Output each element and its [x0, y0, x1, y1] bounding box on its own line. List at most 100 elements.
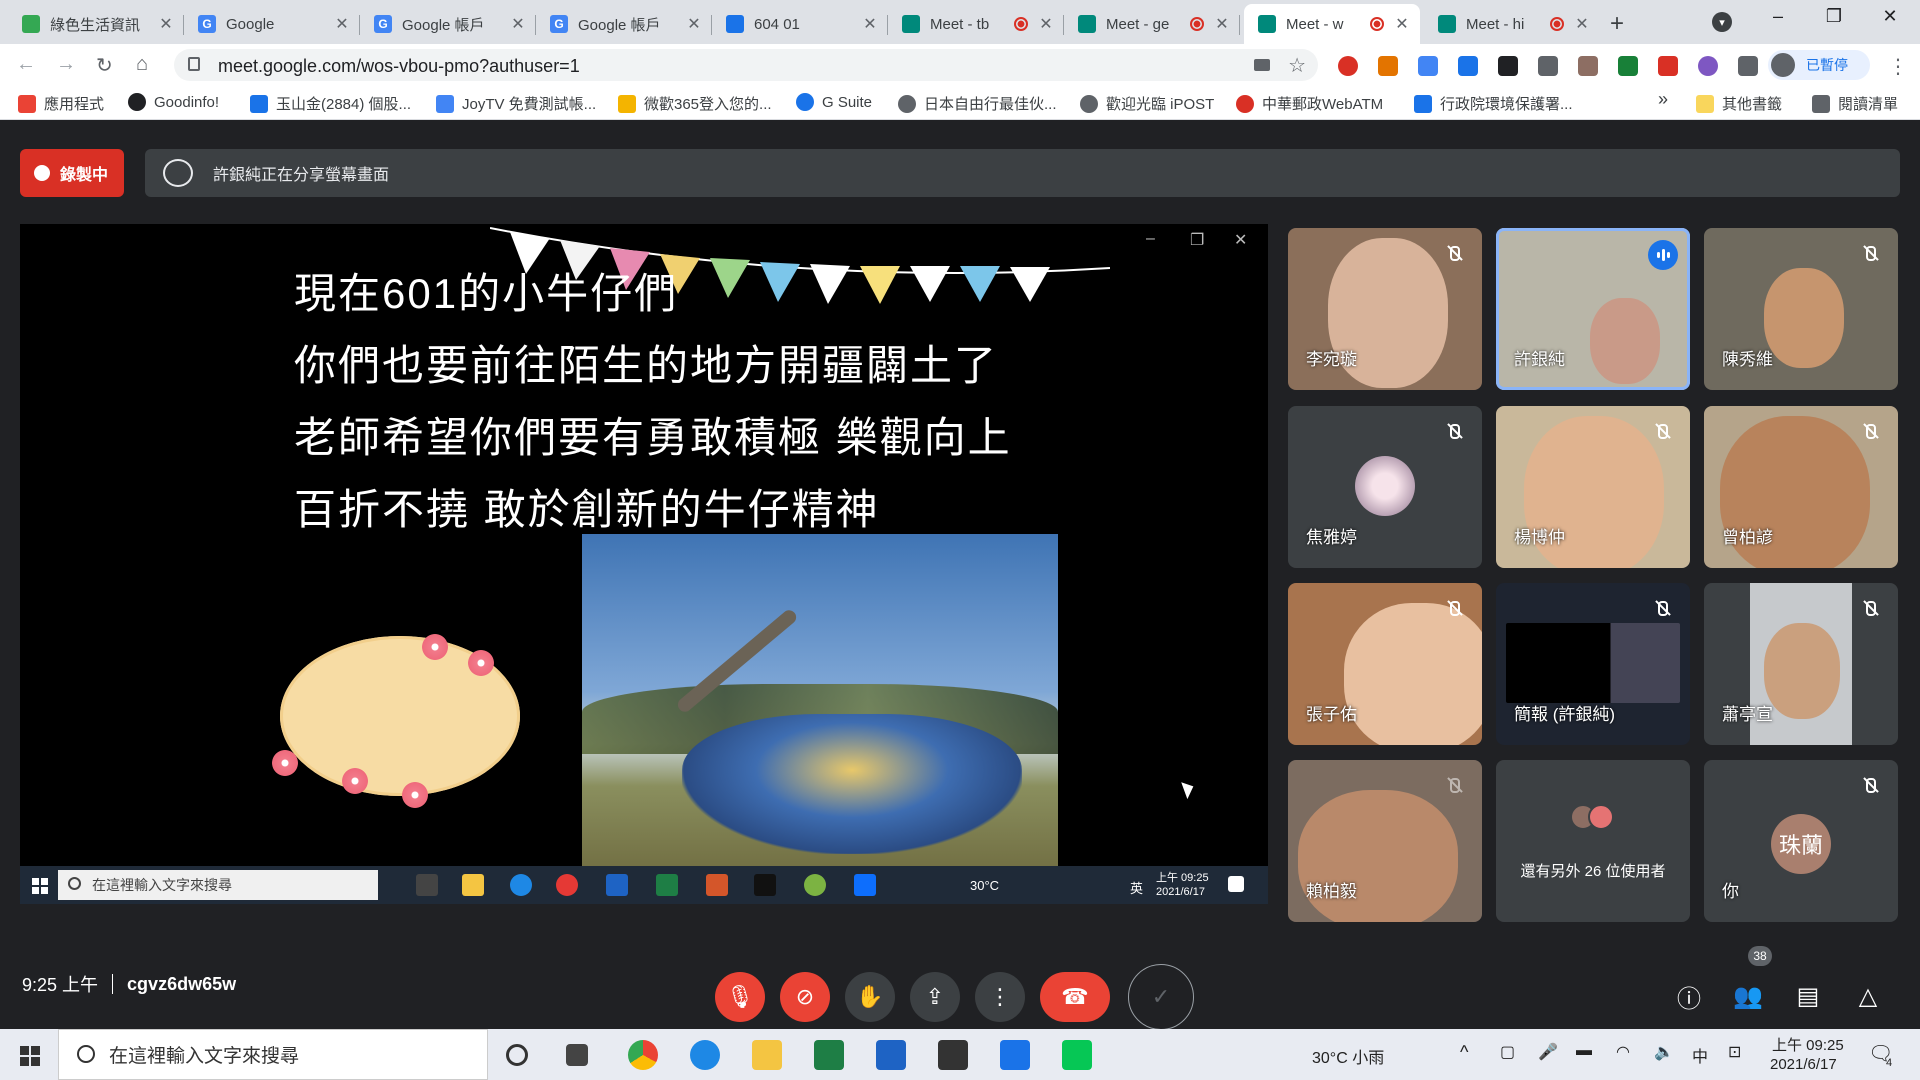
ime-mode-icon[interactable]: ⊡ [1728, 1042, 1741, 1062]
extension-icon[interactable] [1538, 56, 1558, 76]
self-tile[interactable]: 珠蘭 你 [1704, 760, 1898, 922]
close-tab-icon[interactable]: ✕ [862, 14, 878, 34]
bookmark-item[interactable]: 歡迎光臨 iPOST [1080, 93, 1214, 114]
participant-tile[interactable]: 楊博仲 [1496, 406, 1690, 568]
bookmark-item[interactable]: 玉山金(2884) 個股... [250, 93, 411, 114]
mic-toggle-button[interactable]: 🎙 [715, 972, 765, 1022]
browser-tab[interactable]: G Google 帳戶 ✕ [360, 4, 536, 44]
browser-tab[interactable]: Meet - ge ✕ [1064, 4, 1240, 44]
present-screen-button[interactable]: ⇪ [910, 972, 960, 1022]
url-text[interactable]: meet.google.com/wos-vbou-pmo?authuser=1 [218, 56, 580, 77]
forward-button[interactable]: → [56, 53, 76, 76]
extension-icon[interactable] [1498, 56, 1518, 76]
file-explorer-icon[interactable] [752, 1040, 782, 1070]
close-tab-icon[interactable]: ✕ [158, 14, 174, 34]
puzzle-extensions-icon[interactable] [1738, 56, 1758, 76]
browser-tab[interactable]: 604 01 ✕ [712, 4, 888, 44]
task-view-icon[interactable] [566, 1044, 588, 1066]
close-tab-icon[interactable]: ✕ [1038, 14, 1054, 34]
extension-icon[interactable] [1658, 56, 1678, 76]
check-extension-icon[interactable] [1618, 56, 1638, 76]
extension-icon[interactable] [1458, 56, 1478, 76]
camera-toggle-button[interactable]: ⊘ [780, 972, 830, 1022]
clock-time[interactable]: 上午 09:25 [1772, 1034, 1844, 1055]
bookmark-item[interactable]: 中華郵政WebATM [1236, 93, 1383, 114]
shared-screen[interactable]: 現在601的小牛仔們 你們也要前往陌生的地方開疆闢土了 老師希望你們要有勇敢積極… [20, 224, 1268, 904]
word-icon[interactable] [876, 1040, 906, 1070]
browser-menu-icon[interactable]: ⋮ [1888, 54, 1908, 79]
browser-tab[interactable]: G Google ✕ [184, 4, 360, 44]
bookmark-item[interactable]: JoyTV 免費測試帳... [436, 93, 596, 114]
volume-icon[interactable]: 🔈 [1654, 1042, 1674, 1062]
minimize-button[interactable]: – [1758, 6, 1798, 27]
extension-icon[interactable] [1578, 56, 1598, 76]
tab-search-button[interactable]: ▾ [1712, 12, 1732, 32]
participant-tile[interactable]: 李宛璇 [1288, 228, 1482, 390]
translate-extension-icon[interactable] [1418, 56, 1438, 76]
bookmark-item[interactable]: 日本自由行最佳伙... [898, 93, 1057, 114]
raise-hand-button[interactable]: ✋ [845, 972, 895, 1022]
edge-icon[interactable] [690, 1040, 720, 1070]
restore-button[interactable]: ❐ [1814, 6, 1854, 27]
close-tab-icon[interactable]: ✕ [686, 14, 702, 34]
new-tab-button[interactable]: + [1610, 10, 1624, 38]
more-options-button[interactable]: ⋮ [975, 972, 1025, 1022]
start-button-icon[interactable] [20, 1046, 40, 1066]
extension-icon[interactable] [1698, 56, 1718, 76]
taskbar-search-box[interactable]: 在這裡輸入文字來搜尋 [58, 1029, 488, 1080]
address-bar[interactable]: meet.google.com/wos-vbou-pmo?authuser=1 … [174, 49, 1318, 81]
store-icon[interactable] [938, 1040, 968, 1070]
participant-tile-active-speaker[interactable]: 許銀純 [1496, 228, 1690, 390]
browser-tab[interactable]: Meet - hi ✕ [1424, 4, 1600, 44]
reading-list[interactable]: 閱讀清單 [1812, 93, 1898, 114]
participant-tile[interactable]: 陳秀維 [1704, 228, 1898, 390]
home-button[interactable]: ⌂ [136, 53, 148, 76]
chat-button[interactable]: ▤ [1790, 978, 1826, 1014]
meeting-code[interactable]: cgvz6dw65w [127, 974, 236, 995]
browser-tab-active[interactable]: Meet - w ✕ [1244, 4, 1420, 44]
bookmark-item[interactable]: 微歡365登入您的... [618, 93, 772, 114]
camera-permission-icon[interactable] [1254, 59, 1270, 71]
more-participants-tile[interactable]: 還有另外 26 位使用者 [1496, 760, 1690, 922]
mic-tray-icon[interactable]: 🎤 [1538, 1042, 1558, 1062]
reload-button[interactable]: ↻ [96, 53, 113, 78]
tray-icon[interactable]: ▢ [1500, 1042, 1515, 1062]
excel-icon[interactable] [814, 1040, 844, 1070]
mail-icon[interactable] [1000, 1040, 1030, 1070]
close-tab-icon[interactable]: ✕ [1574, 14, 1590, 34]
participant-tile[interactable]: 張子佑 [1288, 583, 1482, 745]
browser-tab[interactable]: G Google 帳戶 ✕ [536, 4, 712, 44]
close-tab-icon[interactable]: ✕ [334, 14, 350, 34]
close-tab-icon[interactable]: ✕ [1394, 14, 1410, 34]
close-tab-icon[interactable]: ✕ [1214, 14, 1230, 34]
back-button[interactable]: ← [16, 53, 36, 76]
extension-icon[interactable] [1338, 56, 1358, 76]
battery-icon[interactable]: ▬ [1576, 1042, 1592, 1060]
bookmark-star-icon[interactable]: ☆ [1288, 53, 1306, 78]
clock-date[interactable]: 2021/6/17 [1770, 1056, 1837, 1073]
chrome-icon[interactable] [628, 1040, 658, 1070]
participant-tile[interactable]: 賴柏毅 [1288, 760, 1482, 922]
line-icon[interactable] [1062, 1040, 1092, 1070]
activities-button[interactable]: △ [1850, 978, 1886, 1014]
bookmarks-overflow-button[interactable]: » [1658, 89, 1668, 110]
meeting-details-button[interactable]: ⓘ [1671, 978, 1707, 1014]
extension-icon[interactable] [1378, 56, 1398, 76]
bookmark-item[interactable]: G Suite [796, 93, 872, 111]
bookmark-folder-other[interactable]: 其他書籤 [1696, 93, 1782, 114]
weather-widget[interactable]: 30°C 小雨 [1312, 1044, 1384, 1068]
participant-tile[interactable]: 焦雅婷 [1288, 406, 1482, 568]
bookmark-item[interactable]: Goodinfo! [128, 93, 219, 111]
people-button[interactable]: 👥 [1730, 978, 1766, 1014]
cortana-icon[interactable] [506, 1044, 528, 1066]
participant-tile-presentation[interactable]: 簡報 (許銀純) [1496, 583, 1690, 745]
leave-call-button[interactable]: ☎ [1040, 972, 1110, 1022]
tray-chevron-icon[interactable]: ^ [1460, 1042, 1468, 1063]
bookmark-apps[interactable]: 應用程式 [18, 93, 104, 114]
close-window-button[interactable]: ✕ [1870, 6, 1910, 27]
wifi-icon[interactable]: ◠ [1616, 1042, 1630, 1062]
companion-button[interactable]: ✓ [1128, 964, 1194, 1030]
participant-tile[interactable]: 曾柏諺 [1704, 406, 1898, 568]
participant-tile[interactable]: 蕭亭宣 [1704, 583, 1898, 745]
close-tab-icon[interactable]: ✕ [510, 14, 526, 34]
